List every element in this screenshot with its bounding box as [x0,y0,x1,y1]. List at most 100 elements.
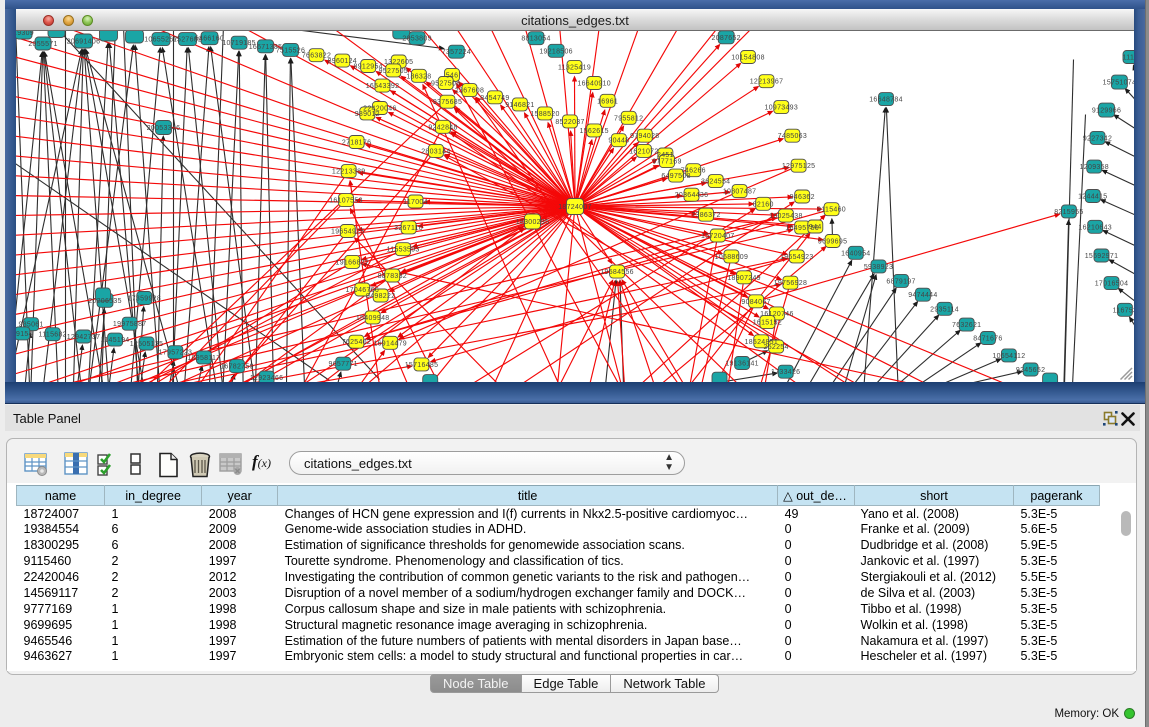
svg-text:9498222: 9498222 [366,293,395,300]
svg-text:6879197: 6879197 [886,278,915,285]
svg-text:1615152: 1615152 [753,320,782,327]
svg-text:15409948: 15409948 [356,315,390,322]
svg-text:1733426: 1733426 [771,369,800,376]
svg-text:1588520: 1588520 [530,111,559,118]
svg-text:5938923: 5938923 [864,264,893,271]
svg-text:10025438: 10025438 [769,213,803,220]
svg-text:9129966: 9129966 [1092,108,1121,115]
svg-text:9242848: 9242848 [428,124,457,131]
svg-text:10807487: 10807487 [723,189,757,196]
svg-text:944: 944 [809,224,822,231]
svg-text:16120746: 16120746 [760,311,794,318]
svg-text:19166822: 19166822 [336,259,370,266]
svg-text:9527508: 9527508 [431,81,460,88]
svg-text:7357224: 7357224 [442,49,471,56]
svg-text:12213389: 12213389 [332,169,366,176]
svg-text:9657771: 9657771 [329,361,358,368]
svg-text:17016504: 17016504 [1095,281,1129,288]
svg-text:12923466: 12923466 [250,375,284,381]
svg-text:2935114: 2935114 [930,306,959,313]
svg-text:19756928: 19756928 [774,280,808,287]
svg-text:7515526: 7515526 [276,47,305,54]
svg-text:12505135: 12505135 [130,341,164,348]
svg-text:7955812: 7955812 [614,115,643,122]
svg-text:1562615: 1562615 [580,128,609,135]
svg-text:19584556: 19584556 [600,269,634,276]
svg-text:1115682: 1115682 [39,332,67,339]
svg-text:1322605: 1322605 [384,59,413,66]
svg-text:10688609: 10688609 [715,254,749,261]
svg-text:16961: 16961 [597,98,618,105]
svg-text:16914479: 16914479 [373,340,407,347]
svg-text:12213967: 12213967 [750,79,784,86]
svg-text:82160: 82160 [753,201,774,208]
svg-text:7632621: 7632621 [952,322,981,329]
svg-text:39154: 39154 [16,331,33,338]
svg-text:10958117: 10958117 [187,355,220,362]
svg-text:17359928: 17359928 [128,296,162,303]
svg-text:1112: 1112 [1123,55,1134,62]
svg-text:2053809: 2053809 [402,36,431,43]
svg-text:12975125: 12975125 [782,163,816,170]
svg-text:7386372: 7386372 [691,212,720,219]
svg-text:7485063: 7485063 [778,133,807,140]
svg-text:9794028: 9794028 [630,133,659,140]
svg-text:7625402: 7625402 [342,339,371,346]
svg-text:546: 546 [446,72,459,79]
svg-text:9375685: 9375685 [433,99,462,106]
svg-text:19136141: 19136141 [725,361,759,368]
svg-text:2718176: 2718176 [342,140,371,147]
svg-text:2055571: 2055571 [28,41,57,48]
svg-text:19654923: 19654923 [780,254,814,261]
svg-text:2367608: 2367608 [455,88,484,95]
svg-text:985061: 985061 [19,322,44,329]
svg-text:186328: 186328 [406,73,431,80]
svg-text:8454749: 8454749 [480,95,509,102]
svg-text:11325419: 11325419 [558,64,591,71]
svg-text:16782759: 16782759 [220,364,254,371]
svg-text:1209358: 1209358 [1080,164,1109,171]
svg-text:1640954: 1640954 [841,250,870,257]
svg-text:9527505: 9527505 [379,68,408,75]
svg-text:20364436: 20364436 [675,192,709,199]
svg-text:16640910: 16640910 [577,81,611,88]
svg-text:8813054: 8813054 [521,36,550,43]
svg-text:2087652: 2087652 [712,35,741,42]
svg-text:20691406: 20691406 [67,39,101,46]
svg-text:1145194: 1145194 [101,337,130,344]
svg-text:10973493: 10973493 [765,105,799,112]
svg-text:15751074: 15751074 [1103,80,1134,87]
svg-text:9146821: 9146821 [505,102,534,109]
svg-text:90448: 90448 [608,138,629,145]
svg-text:946362: 946362 [790,194,815,201]
svg-text:989012: 989012 [355,111,380,118]
svg-text:10154808: 10154808 [731,55,765,62]
svg-text:15716485: 15716485 [405,362,439,369]
svg-text:18724007: 18724007 [558,204,592,211]
svg-text:6497508: 6497508 [661,173,690,180]
svg-text:20206535: 20206535 [88,298,122,305]
svg-text:9474444: 9474444 [908,292,937,299]
svg-text:16107553: 16107553 [329,198,363,205]
svg-text:11553593: 11553593 [387,247,420,254]
svg-text:19975887: 19975887 [113,321,147,328]
svg-text:3624554: 3624554 [701,179,730,186]
svg-text:8878332: 8878332 [378,273,407,280]
svg-text:2803144: 2803144 [421,148,450,155]
svg-text:9227342: 9227342 [1083,135,1112,142]
svg-text:20053346: 20053346 [147,125,181,132]
svg-text:6466160: 6466160 [195,36,224,43]
svg-text:19654925: 19654925 [331,229,365,236]
svg-text:252254: 252254 [764,344,789,351]
svg-text:1621072: 1621072 [629,148,658,155]
svg-text:3267110: 3267110 [394,225,423,232]
svg-text:9084067: 9084067 [741,299,770,306]
svg-text:9115460: 9115460 [817,207,846,214]
svg-text:10654112: 10654112 [992,353,1025,360]
svg-text:8522037: 8522037 [555,119,584,126]
svg-text:16648784: 16648784 [869,97,903,104]
svg-text:18300295: 18300295 [516,219,550,226]
svg-text:8471676: 8471676 [973,336,1002,343]
svg-text:9777169: 9777169 [652,159,681,166]
svg-text:15720407: 15720407 [701,233,735,240]
